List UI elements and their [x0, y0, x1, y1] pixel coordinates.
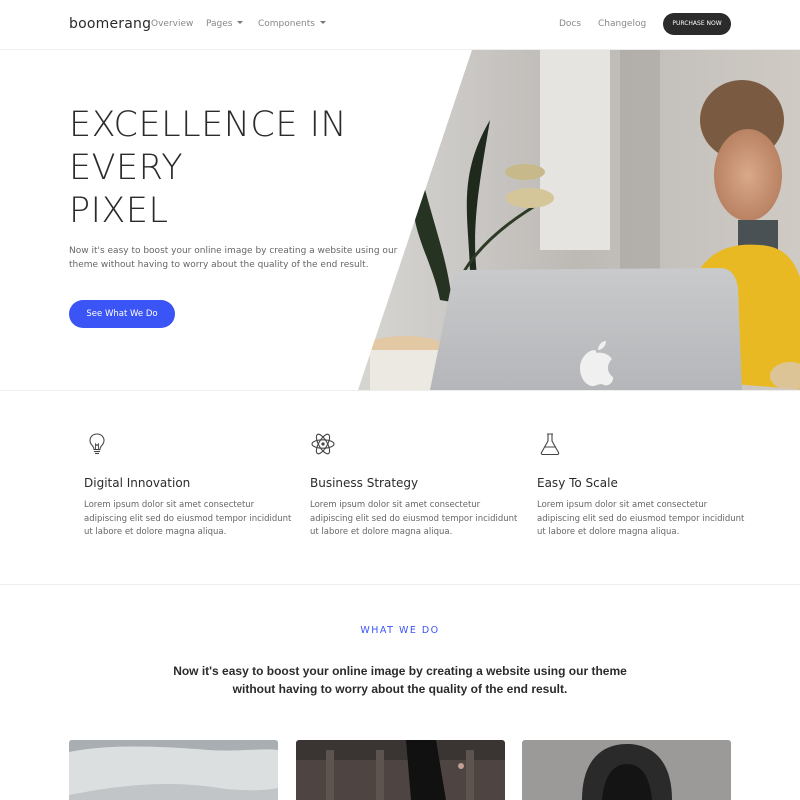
hero-title-line: EVERY [69, 148, 184, 188]
feature-item: Business Strategy Lorem ipsum dolor sit … [310, 431, 520, 540]
feature-item: Digital Innovation Lorem ipsum dolor sit… [84, 431, 294, 540]
hero-section: EXCELLENCE IN EVERY PIXEL Now it's easy … [0, 50, 800, 390]
lightbulb-icon [89, 433, 105, 455]
feature-title: Digital Innovation [84, 476, 191, 490]
caret-down-icon [237, 21, 244, 24]
caret-down-icon [319, 21, 326, 24]
flask-icon [540, 433, 560, 456]
portfolio-card-image[interactable] [296, 740, 505, 800]
nav-link-pages[interactable]: Pages [206, 19, 244, 29]
nav-link-label: Components [258, 19, 315, 29]
atom-icon [311, 433, 335, 455]
mountain-mist-image [69, 740, 278, 800]
section-description: Now it's easy to boost your online image… [173, 664, 627, 696]
feature-title: Easy To Scale [537, 476, 618, 490]
nav-link-changelog[interactable]: Changelog [598, 19, 646, 29]
see-what-we-do-button[interactable]: See What We Do [69, 300, 175, 328]
hero-title-line: EXCELLENCE IN [69, 105, 348, 145]
nav-link-overview[interactable]: Overview [151, 19, 193, 29]
portfolio-card-image[interactable] [69, 740, 278, 800]
hero-title-line: PIXEL [69, 191, 169, 231]
nav-link-label: Overview [151, 19, 194, 29]
brand-logo[interactable]: boomerang [69, 16, 151, 32]
portfolio-card-image[interactable] [522, 740, 731, 800]
hero-title: EXCELLENCE IN EVERY PIXEL [69, 104, 369, 233]
nav-link-docs[interactable]: Docs [559, 19, 581, 29]
top-navbar: boomerang Overview Pages Components Docs… [0, 0, 800, 50]
feature-text: Lorem ipsum dolor sit amet consectetur a… [84, 500, 292, 537]
nav-link-components[interactable]: Components [258, 19, 326, 29]
hero-description: Now it's easy to boost your online image… [69, 246, 398, 270]
purchase-now-button[interactable]: PURCHASE NOW [663, 13, 731, 35]
feature-title: Business Strategy [310, 476, 419, 490]
hooded-person-image [522, 740, 731, 800]
feature-text: Lorem ipsum dolor sit amet consectetur a… [310, 500, 518, 537]
nav-link-label: Pages [206, 19, 233, 29]
feature-text: Lorem ipsum dolor sit amet consectetur a… [537, 500, 745, 537]
feature-item: Easy To Scale Lorem ipsum dolor sit amet… [537, 431, 747, 540]
section-label: WHAT WE DO [360, 625, 440, 636]
dark-figure-image [296, 740, 505, 800]
features-section: Digital Innovation Lorem ipsum dolor sit… [0, 390, 800, 585]
